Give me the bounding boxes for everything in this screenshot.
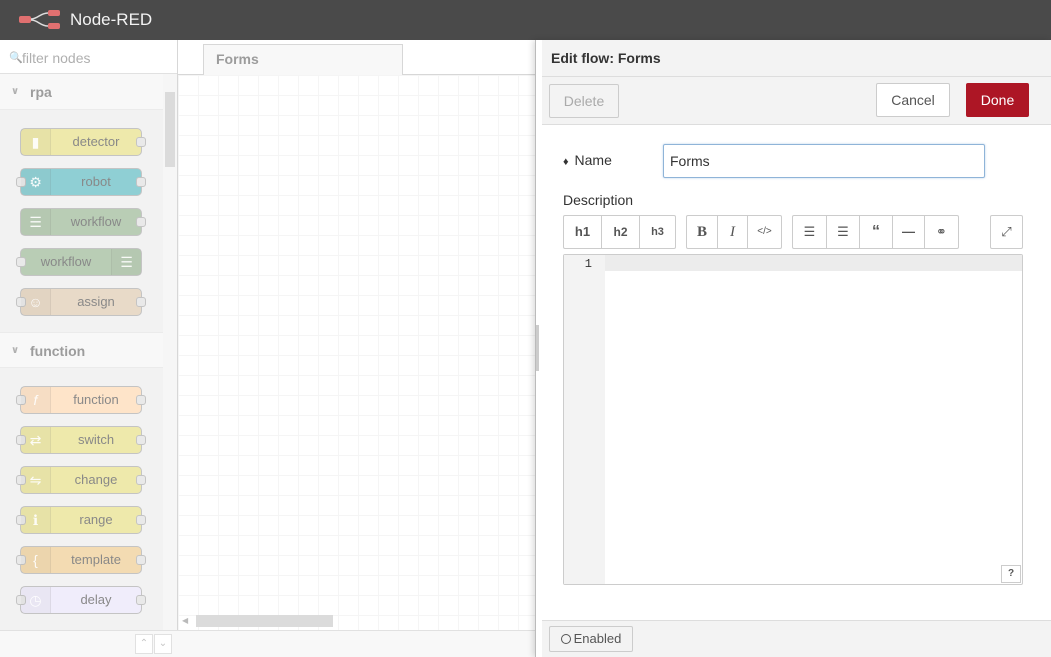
delete-button[interactable]: Delete <box>549 84 619 118</box>
editor-active-line <box>605 255 1022 271</box>
description-label: Description <box>563 192 634 208</box>
modal-shade <box>0 40 535 657</box>
h2-button[interactable]: h2 <box>602 216 640 248</box>
name-label-text: Name <box>574 152 612 168</box>
edit-flow-tray: Edit flow: Forms Delete Cancel Done ♦ Na… <box>535 40 1051 657</box>
line-number: 1 <box>584 257 592 271</box>
block-button-group: ☰ ☰ “ — ⚭ <box>792 215 959 249</box>
ordered-list-icon[interactable]: ☰ <box>793 216 827 248</box>
app-logo: Node-RED <box>18 9 152 31</box>
format-button-group: B I </> <box>686 215 782 249</box>
bold-button[interactable]: B <box>687 216 718 248</box>
tray-title: Edit flow: Forms <box>542 40 1051 77</box>
done-button[interactable]: Done <box>966 83 1029 117</box>
heading-button-group: h1 h2 h3 <box>563 215 676 249</box>
tray-resize-handle[interactable] <box>536 325 539 371</box>
name-field[interactable]: Forms <box>663 144 985 178</box>
expand-icon[interactable]: ⤢ <box>991 216 1022 248</box>
editor-gutter <box>564 255 605 584</box>
enabled-label: Enabled <box>573 631 622 646</box>
h1-button[interactable]: h1 <box>564 216 602 248</box>
h3-button[interactable]: h3 <box>640 216 675 248</box>
link-icon[interactable]: ⚭ <box>925 216 958 248</box>
tray-toolbar: Delete Cancel Done <box>542 77 1051 125</box>
expand-group: ⤢ <box>990 215 1023 249</box>
enabled-toggle[interactable]: Enabled <box>549 626 633 652</box>
code-button[interactable]: </> <box>748 216 781 248</box>
name-label: ♦ Name <box>563 152 612 168</box>
cancel-button[interactable]: Cancel <box>876 83 950 117</box>
tray-footer: Enabled <box>542 620 1051 657</box>
app-header: Node-RED <box>0 0 1051 40</box>
tray-body: ♦ Name Forms Description h1 h2 h3 B I </… <box>542 125 1051 620</box>
unordered-list-icon[interactable]: ☰ <box>827 216 860 248</box>
tag-icon: ♦ <box>563 156 569 168</box>
node-red-logo-icon <box>19 10 60 29</box>
circle-icon <box>560 634 571 644</box>
app-title: Node-RED <box>70 10 153 29</box>
help-button[interactable]: ? <box>1001 565 1021 583</box>
quote-icon[interactable]: “ <box>860 216 893 248</box>
horizontal-rule-icon[interactable]: — <box>893 216 925 248</box>
italic-button[interactable]: I <box>718 216 748 248</box>
description-editor[interactable]: 1 ? <box>563 254 1023 585</box>
